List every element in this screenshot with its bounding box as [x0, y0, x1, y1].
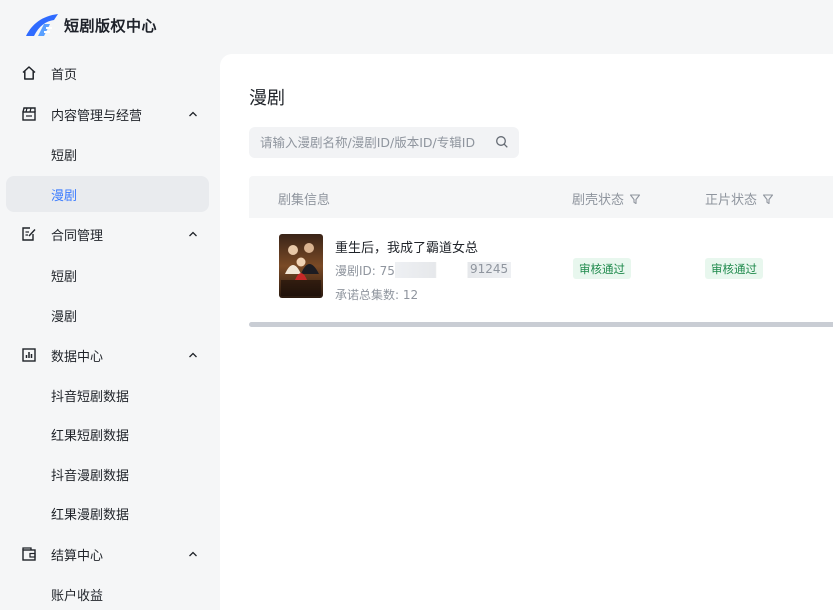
- sidebar-item-hongguo-short-data[interactable]: 红果短剧数据: [6, 416, 209, 452]
- sidebar-group-settlement[interactable]: 结算中心: [6, 536, 209, 572]
- sidebar-group-data-center[interactable]: 数据中心: [6, 337, 209, 373]
- chevron-up-icon: [189, 352, 197, 358]
- sidebar-item-account-earnings[interactable]: 账户收益: [6, 576, 209, 610]
- sidebar-item-content-comic-drama[interactable]: 漫剧: [6, 176, 209, 212]
- sidebar-item-content-short-drama[interactable]: 短剧: [6, 136, 209, 172]
- drama-id-suffix: 91245: [470, 262, 509, 276]
- bar-chart-icon: [20, 346, 38, 364]
- search-icon[interactable]: [495, 135, 509, 149]
- drama-title[interactable]: 重生后，我成了霸道女总: [335, 237, 478, 256]
- app-title: 短剧版权中心: [64, 16, 158, 35]
- episode-count: 承诺总集数: 12: [335, 288, 419, 302]
- drama-poster[interactable]: [279, 234, 323, 298]
- column-header-trailer-status[interactable]: 剧壳状态: [572, 189, 641, 208]
- trailer-status-badge: 审核通过: [573, 258, 631, 279]
- top-bar: 短剧版权中心: [0, 0, 833, 50]
- logo-icon: [26, 14, 58, 36]
- feature-status-badge: 审核通过: [705, 258, 763, 279]
- search-input[interactable]: [260, 135, 488, 150]
- wallet-icon: [20, 545, 38, 563]
- table-row[interactable]: 重生后，我成了霸道女总 漫剧ID: 7592 91245 承诺总集数: 12 审…: [249, 218, 833, 322]
- drama-table: 剧集信息 剧壳状态 正片状态 重生后，我成了霸道女总 漫剧ID: 7592 91…: [249, 176, 833, 327]
- sidebar-item-contract-comic-drama[interactable]: 漫剧: [6, 297, 209, 333]
- page-title: 漫剧: [249, 88, 285, 109]
- column-header-feature-status[interactable]: 正片状态: [705, 189, 774, 208]
- table-header: 剧集信息 剧壳状态 正片状态: [249, 176, 833, 218]
- horizontal-scrollbar[interactable]: [249, 322, 833, 327]
- sidebar-item-contract-short-drama[interactable]: 短剧: [6, 257, 209, 293]
- chevron-up-icon: [189, 551, 197, 557]
- sidebar-group-content[interactable]: 内容管理与经营: [6, 96, 209, 132]
- main-panel: 漫剧 剧集信息 剧壳状态 正片状态: [220, 54, 833, 610]
- chevron-up-icon: [189, 111, 197, 117]
- edit-document-icon: [20, 225, 38, 243]
- column-header-info: 剧集信息: [278, 193, 331, 208]
- search-box: [249, 127, 519, 158]
- sidebar-item-douyin-comic-data[interactable]: 抖音漫剧数据: [6, 456, 209, 492]
- column-header-trailer-status-label: 剧壳状态: [572, 193, 625, 208]
- filter-icon[interactable]: [629, 193, 641, 205]
- home-icon: [20, 64, 38, 82]
- clapperboard-icon: [20, 105, 38, 123]
- chevron-up-icon: [189, 231, 197, 237]
- sidebar-group-contract[interactable]: 合同管理: [6, 216, 209, 252]
- filter-icon[interactable]: [762, 193, 774, 205]
- sidebar-item-hongguo-comic-data[interactable]: 红果漫剧数据: [6, 495, 209, 531]
- sidebar: 首页 内容管理与经营 短剧 漫剧 合同管理 短剧 漫剧 数据中心 抖音短剧数据: [0, 50, 220, 610]
- column-header-feature-status-label: 正片状态: [705, 193, 758, 208]
- sidebar-item-home[interactable]: 首页: [6, 55, 209, 91]
- sidebar-item-douyin-short-data[interactable]: 抖音短剧数据: [6, 377, 209, 413]
